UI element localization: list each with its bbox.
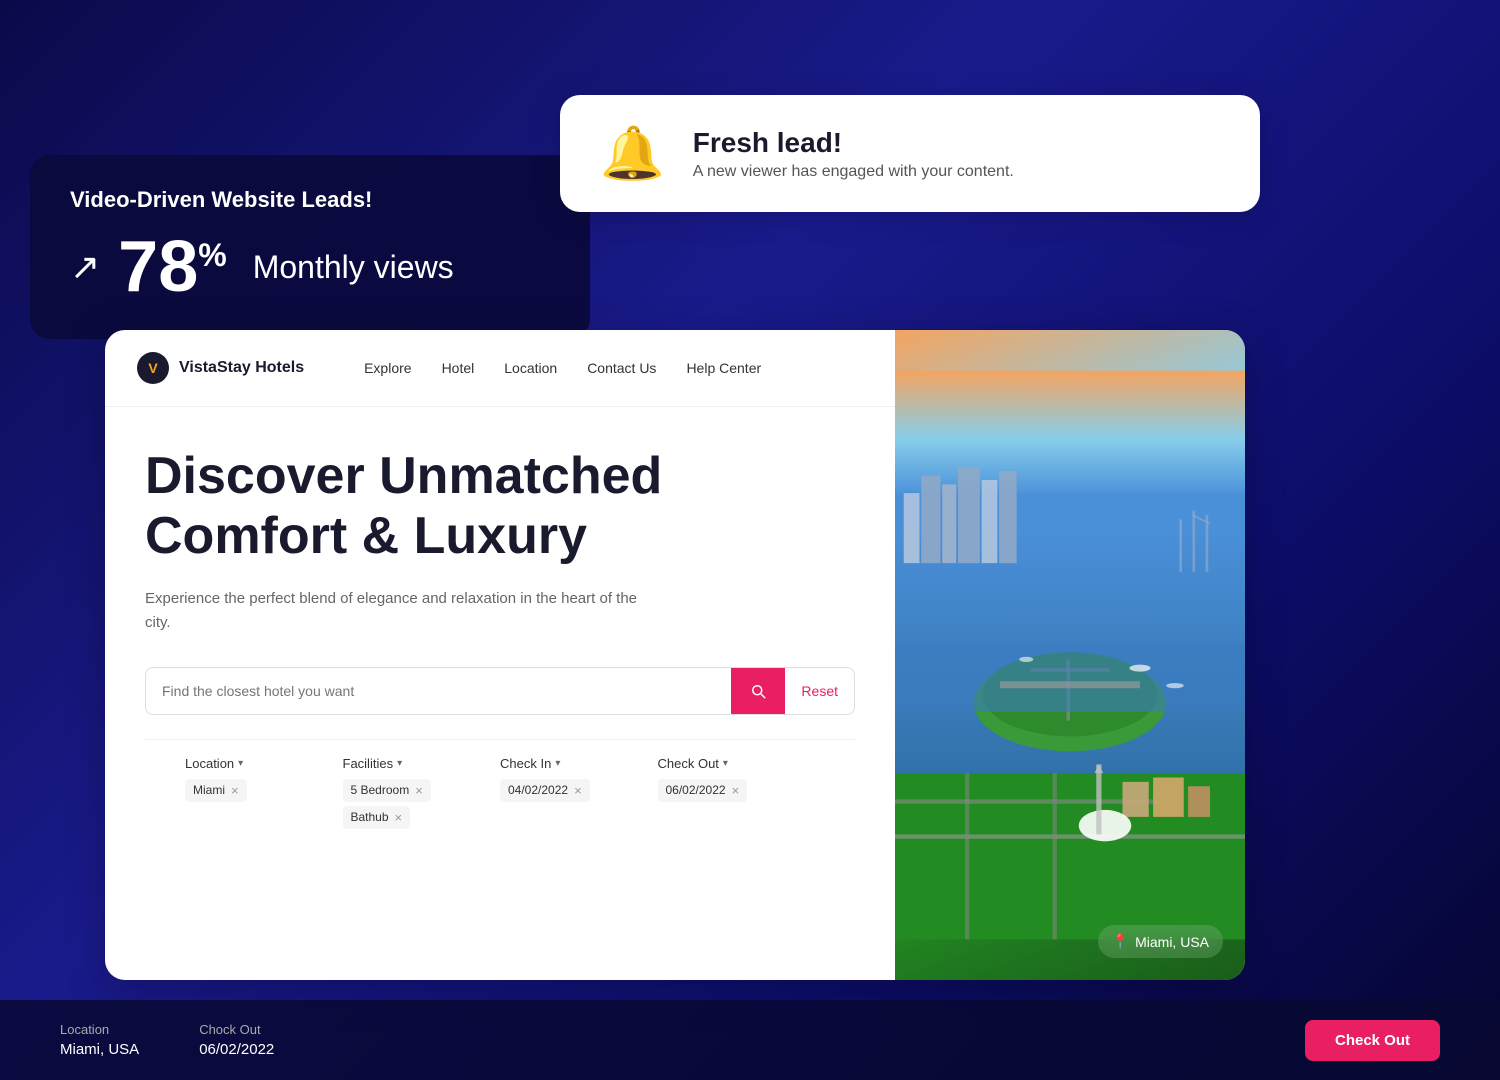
filter-checkout: Check Out ▾ 06/02/2022 × <box>658 756 816 833</box>
nav-hotel[interactable]: Hotel <box>442 360 475 376</box>
percent-value: 78 <box>118 227 198 307</box>
bottom-checkout: Chock Out 06/02/2022 <box>199 1022 274 1058</box>
stats-card: Video-Driven Website Leads! ↗ 78% Monthl… <box>30 155 590 339</box>
hero-section: Discover Unmatched Comfort & Luxury Expe… <box>105 407 895 861</box>
nav-links: Explore Hotel Location Contact Us Help C… <box>364 360 761 376</box>
brand: V VistaStay Hotels <box>137 352 304 384</box>
remove-location[interactable]: × <box>231 783 239 798</box>
hotel-image-panel: 📍 Miami, USA <box>895 330 1245 980</box>
facility-tag-0: 5 Bedroom × <box>343 779 431 802</box>
remove-checkout[interactable]: × <box>732 783 740 798</box>
bottom-location-label: Location <box>60 1022 139 1037</box>
nav-explore[interactable]: Explore <box>364 360 411 376</box>
nav-location[interactable]: Location <box>504 360 557 376</box>
arrow-icon: ↗ <box>70 246 100 288</box>
percent-sign: % <box>198 237 226 273</box>
nav-contact[interactable]: Contact Us <box>587 360 656 376</box>
hero-title-line1: Discover Unmatched <box>145 447 662 505</box>
chevron-down-icon: ▾ <box>238 758 243 769</box>
location-tag: Miami × <box>185 779 247 802</box>
search-icon <box>749 682 767 700</box>
remove-facility-0[interactable]: × <box>415 783 423 798</box>
nav-help[interactable]: Help Center <box>686 360 761 376</box>
hotel-card: V VistaStay Hotels Explore Hotel Locatio… <box>105 330 1245 980</box>
search-button[interactable] <box>731 668 785 714</box>
bottom-bar: Location Miami, USA Chock Out 06/02/2022… <box>0 1000 1500 1080</box>
reset-button[interactable]: Reset <box>785 669 854 713</box>
notification-card: 🔔 Fresh lead! A new viewer has engaged w… <box>560 95 1260 212</box>
hotel-aerial-image: 📍 Miami, USA <box>895 330 1245 980</box>
filter-location-label[interactable]: Location ▾ <box>185 756 343 771</box>
brand-name: VistaStay Hotels <box>179 359 304 377</box>
search-input[interactable] <box>162 669 731 713</box>
remove-facility-1[interactable]: × <box>395 810 403 825</box>
image-location-tag: 📍 Miami, USA <box>1098 925 1223 958</box>
navbar: V VistaStay Hotels Explore Hotel Locatio… <box>105 330 895 407</box>
notif-content: Fresh lead! A new viewer has engaged wit… <box>693 127 1014 181</box>
image-location-text: Miami, USA <box>1135 934 1209 950</box>
filter-facilities: Facilities ▾ 5 Bedroom × Bathub × <box>343 756 501 833</box>
bottom-location: Location Miami, USA <box>60 1022 139 1058</box>
hero-title: Discover Unmatched Comfort & Luxury <box>145 447 855 567</box>
filter-location: Location ▾ Miami × <box>185 756 343 833</box>
filter-row: Location ▾ Miami × Facilities ▾ 5 Bedroo… <box>145 739 855 833</box>
bottom-checkout-value: 06/02/2022 <box>199 1041 274 1058</box>
filter-checkin: Check In ▾ 04/02/2022 × <box>500 756 658 833</box>
hotel-left-panel: V VistaStay Hotels Explore Hotel Locatio… <box>105 330 895 980</box>
checkout-button[interactable]: Check Out <box>1305 1020 1440 1061</box>
search-bar: Reset <box>145 667 855 715</box>
notif-title: Fresh lead! <box>693 127 1014 159</box>
stats-label: Monthly views <box>253 249 454 286</box>
filter-checkin-label[interactable]: Check In ▾ <box>500 756 658 771</box>
filter-checkout-label[interactable]: Check Out ▾ <box>658 756 816 771</box>
filter-facilities-label[interactable]: Facilities ▾ <box>343 756 501 771</box>
notif-subtitle: A new viewer has engaged with your conte… <box>693 163 1014 181</box>
facility-tag-1: Bathub × <box>343 806 411 829</box>
checkout-tag: 06/02/2022 × <box>658 779 748 802</box>
map-pin-icon: 📍 <box>1112 933 1129 950</box>
chevron-down-icon: ▾ <box>555 758 560 769</box>
brand-logo: V <box>137 352 169 384</box>
stats-percent: 78% <box>118 231 227 303</box>
bottom-checkout-label: Chock Out <box>199 1022 274 1037</box>
chevron-down-icon: ▾ <box>723 758 728 769</box>
checkin-tag: 04/02/2022 × <box>500 779 590 802</box>
hero-title-line2: Comfort & Luxury <box>145 507 587 565</box>
bottom-location-value: Miami, USA <box>60 1041 139 1058</box>
bell-icon: 🔔 <box>600 123 665 184</box>
aerial-svg <box>895 330 1245 980</box>
chevron-down-icon: ▾ <box>397 758 402 769</box>
stats-title: Video-Driven Website Leads! <box>70 187 550 213</box>
hero-subtitle: Experience the perfect blend of elegance… <box>145 587 665 635</box>
remove-checkin[interactable]: × <box>574 783 582 798</box>
stats-row: ↗ 78% Monthly views <box>70 231 550 303</box>
